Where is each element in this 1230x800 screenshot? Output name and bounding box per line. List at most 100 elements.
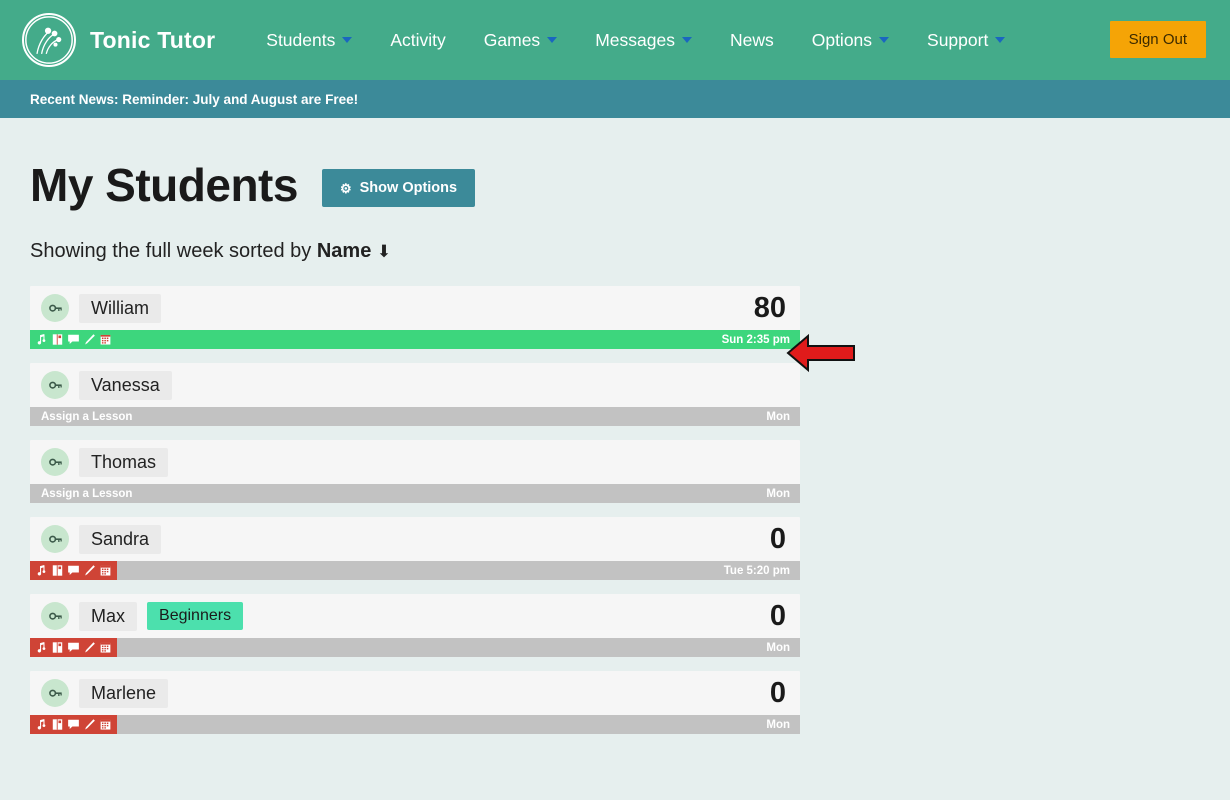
music-note-icon[interactable] — [35, 564, 48, 577]
sort-status-prefix: Showing the full week sorted by — [30, 240, 311, 262]
nav-item-label: Games — [484, 30, 540, 51]
student-card-header: Sandra 0 — [30, 517, 800, 561]
nav-item-support[interactable]: Support — [908, 22, 1024, 59]
key-icon[interactable] — [41, 602, 69, 630]
book-icon[interactable] — [51, 718, 64, 731]
music-note-icon[interactable] — [35, 333, 48, 346]
student-last-activity-time: Mon — [766, 411, 800, 423]
show-options-label: Show Options — [360, 180, 457, 196]
student-card-header: Thomas — [30, 440, 800, 484]
chevron-down-icon — [682, 37, 692, 43]
book-icon[interactable] — [51, 333, 64, 346]
student-activity-bar: Mon — [30, 638, 800, 657]
nav-item-label: Messages — [595, 30, 675, 51]
student-card-header: Max Beginners 0 — [30, 594, 800, 638]
key-icon[interactable] — [41, 679, 69, 707]
pencil-icon[interactable] — [83, 564, 96, 577]
student-name[interactable]: Thomas — [79, 448, 168, 477]
sort-status-text: Showing the full week sorted by Name ⬇ — [30, 240, 1200, 263]
gear-icon: ⚙ — [340, 182, 352, 195]
student-activity-bar: Sun 2:35 pm — [30, 330, 800, 349]
sign-out-button[interactable]: Sign Out — [1110, 21, 1206, 58]
speech-bubble-icon[interactable] — [67, 333, 80, 346]
recent-news-bar[interactable]: Recent News: Reminder: July and August a… — [0, 80, 1230, 118]
student-score: 0 — [770, 602, 788, 631]
speech-bubble-icon[interactable] — [67, 641, 80, 654]
student-score: 0 — [770, 525, 788, 554]
student-list: William 80 Sun 2:35 pm Vanessa Assign a Less… — [30, 286, 800, 734]
nav-item-label: Options — [812, 30, 872, 51]
student-name[interactable]: Marlene — [79, 679, 168, 708]
chevron-down-icon — [995, 37, 1005, 43]
speech-bubble-icon[interactable] — [67, 718, 80, 731]
student-activity-bar: Tue 5:20 pm — [30, 561, 800, 580]
main-content: My Students ⚙ Show Options Showing the f… — [0, 118, 1230, 734]
calendar-icon[interactable] — [99, 718, 112, 731]
sort-status-key[interactable]: Name — [317, 240, 371, 262]
chevron-down-icon — [879, 37, 889, 43]
nav-items: Students Activity Games Messages News Op… — [247, 22, 1024, 59]
student-card: William 80 Sun 2:35 pm — [30, 286, 800, 349]
page-title: My Students — [30, 162, 298, 208]
student-card: Marlene 0 Mon — [30, 671, 800, 734]
nav-item-options[interactable]: Options — [793, 22, 908, 59]
student-activity-bar[interactable]: Assign a Lesson Mon — [30, 407, 800, 426]
calendar-icon[interactable] — [99, 641, 112, 654]
assign-a-lesson-link[interactable]: Assign a Lesson — [30, 488, 132, 500]
student-last-activity-time: Mon — [766, 642, 800, 654]
student-action-icons — [30, 715, 117, 734]
student-last-activity-time: Sun 2:35 pm — [722, 334, 800, 346]
speech-bubble-icon[interactable] — [67, 564, 80, 577]
calendar-icon[interactable] — [99, 333, 112, 346]
student-score: 0 — [770, 679, 788, 708]
student-last-activity-time: Mon — [766, 719, 800, 731]
pencil-icon[interactable] — [83, 641, 96, 654]
brand[interactable]: Tonic Tutor — [22, 13, 215, 67]
student-activity-bar: Mon — [30, 715, 800, 734]
student-action-icons — [30, 561, 117, 580]
brand-name: Tonic Tutor — [90, 27, 215, 54]
calendar-icon[interactable] — [99, 564, 112, 577]
student-card-header: William 80 — [30, 286, 800, 330]
student-group-badge[interactable]: Beginners — [147, 602, 243, 630]
pencil-icon[interactable] — [83, 333, 96, 346]
nav-item-games[interactable]: Games — [465, 22, 576, 59]
student-action-icons — [30, 330, 117, 349]
key-icon[interactable] — [41, 371, 69, 399]
student-score: 80 — [754, 294, 788, 323]
nav-item-label: Activity — [390, 30, 445, 51]
student-action-icons — [30, 638, 117, 657]
book-icon[interactable] — [51, 564, 64, 577]
key-icon[interactable] — [41, 448, 69, 476]
key-icon[interactable] — [41, 525, 69, 553]
assign-a-lesson-link[interactable]: Assign a Lesson — [30, 411, 132, 423]
student-card-header: Vanessa — [30, 363, 800, 407]
nav-item-activity[interactable]: Activity — [371, 22, 464, 59]
student-activity-bar[interactable]: Assign a Lesson Mon — [30, 484, 800, 503]
book-icon[interactable] — [51, 641, 64, 654]
student-last-activity-time: Mon — [766, 488, 800, 500]
music-note-icon[interactable] — [35, 641, 48, 654]
nav-item-label: News — [730, 30, 774, 51]
student-card-header: Marlene 0 — [30, 671, 800, 715]
key-icon[interactable] — [41, 294, 69, 322]
sort-direction-icon[interactable]: ⬇ — [377, 242, 391, 261]
nav-item-label: Students — [266, 30, 335, 51]
student-name[interactable]: Sandra — [79, 525, 161, 554]
music-note-icon[interactable] — [35, 718, 48, 731]
student-last-activity-time: Tue 5:20 pm — [724, 565, 800, 577]
nav-item-students[interactable]: Students — [247, 22, 371, 59]
student-card: Vanessa Assign a Lesson Mon — [30, 363, 800, 426]
top-navigation-bar: Tonic Tutor Students Activity Games Mess… — [0, 0, 1230, 80]
student-name[interactable]: Max — [79, 602, 137, 631]
nav-item-messages[interactable]: Messages — [576, 22, 711, 59]
pencil-icon[interactable] — [83, 718, 96, 731]
student-card: Max Beginners 0 Mon — [30, 594, 800, 657]
nav-item-news[interactable]: News — [711, 22, 793, 59]
student-card: Thomas Assign a Lesson Mon — [30, 440, 800, 503]
student-name[interactable]: Vanessa — [79, 371, 172, 400]
show-options-button[interactable]: ⚙ Show Options — [322, 169, 475, 207]
nav-item-label: Support — [927, 30, 988, 51]
tonic-tutor-logo-icon — [22, 13, 76, 67]
student-name[interactable]: William — [79, 294, 161, 323]
